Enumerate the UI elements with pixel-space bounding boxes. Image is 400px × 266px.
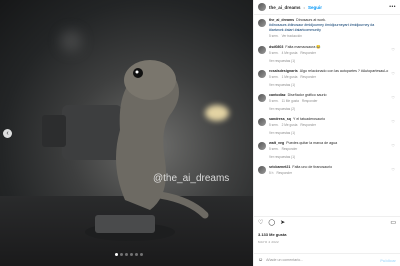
carousel-dot: [125, 253, 128, 256]
avatar[interactable]: [258, 19, 266, 27]
caption: the_ai_dreams Dinosaurs at work. #dinosau…: [258, 18, 396, 39]
view-replies-link[interactable]: Ver respuestas (2): [269, 107, 396, 111]
comment-item: rosalsdesignarts Algo relacionado con las…: [258, 69, 396, 80]
comments-list[interactable]: the_ai_dreams Dinosaurs at work. #dinosau…: [254, 16, 400, 214]
avatar[interactable]: [258, 70, 266, 78]
comment-time: 5 sem.: [269, 147, 279, 151]
comment-likes[interactable]: 1 Me gusta: [282, 75, 298, 80]
comment-input[interactable]: Añade un comentario...: [266, 258, 377, 262]
avatar[interactable]: [258, 46, 266, 54]
previous-arrow-icon[interactable]: ‹: [3, 129, 12, 138]
view-replies-link[interactable]: Ver respuestas (1): [269, 155, 396, 159]
comment-username[interactable]: sandress_sq: [269, 117, 291, 121]
comment-likes[interactable]: Responder: [282, 147, 298, 152]
emoji-icon[interactable]: ☺: [258, 257, 263, 263]
heart-icon[interactable]: ♡: [391, 47, 395, 52]
add-comment-bar: ☺ Añade un comentario... Publicar: [254, 253, 400, 266]
share-send-icon[interactable]: ➤: [280, 219, 285, 226]
instagram-post-modal: @the_ai_dreams ‹ the_ai_dreams • Seguir …: [0, 0, 400, 266]
comment-time: 5 sem.: [269, 75, 279, 79]
comment-item: sricbarnet21 Falta uno de tiranosaurio 5 …: [258, 165, 396, 176]
comment-item: cantodiaz Diseñador gráfico saurio 5 sem.…: [258, 93, 396, 104]
caption-hashtags[interactable]: #dinosaurs #dinosaur #midjourney #midjou…: [269, 23, 374, 32]
avatar[interactable]: [258, 94, 266, 102]
heart-icon[interactable]: ♡: [391, 95, 395, 100]
comment-text: Diseñador gráfico saurio: [287, 93, 327, 97]
carousel-dot: [135, 253, 138, 256]
post-sidebar: the_ai_dreams • Seguir ••• the_ai_dreams…: [253, 0, 400, 266]
follow-button[interactable]: Seguir: [308, 5, 322, 10]
heart-icon[interactable]: ♡: [391, 143, 395, 148]
post-image[interactable]: @the_ai_dreams ‹: [0, 0, 253, 266]
reply-button[interactable]: Responder: [300, 51, 316, 56]
comment-username[interactable]: dsd0803: [269, 45, 283, 49]
carousel-dot: [115, 253, 118, 256]
dinosaur-illustration: [42, 60, 209, 241]
more-options-icon[interactable]: •••: [389, 4, 396, 10]
comment-likes[interactable]: Responder: [276, 171, 292, 176]
carousel-dot: [120, 253, 123, 256]
carousel-dot: [140, 253, 143, 256]
comment-username[interactable]: sricbarnet21: [269, 165, 290, 169]
view-replies-link[interactable]: Ver respuestas (1): [269, 131, 396, 135]
comment-item: dsd0803 Falta mamaosaura 😂 5 sem. 4 Me gus…: [258, 45, 396, 56]
comment-text: Falta uno de tiranosaurio: [292, 165, 333, 169]
view-replies-link[interactable]: Ver respuestas (1): [269, 83, 396, 87]
heart-icon[interactable]: ♡: [391, 167, 395, 172]
comment-time: 5 sem.: [269, 123, 279, 127]
carousel-dot: [130, 253, 133, 256]
comment-item: sandress_sq Y el tatuaderosaurio 5 sem. 2 …: [258, 117, 396, 128]
heart-icon[interactable]: ♡: [391, 119, 395, 124]
heart-icon[interactable]: ♡: [391, 71, 395, 76]
comment-item: walt_veg Puedes quitar la marca de agua 5…: [258, 141, 396, 152]
comment-username[interactable]: cantodiaz: [269, 93, 286, 97]
post-header: the_ai_dreams • Seguir •••: [254, 0, 400, 15]
comment-time: 5 sem.: [269, 51, 279, 55]
caption-text: Dinosaurs at work.: [296, 18, 326, 22]
comment-username[interactable]: walt_veg: [269, 141, 284, 145]
translate-link[interactable]: Ver traducción: [282, 34, 302, 39]
avatar[interactable]: [258, 3, 266, 11]
reply-button[interactable]: Responder: [302, 99, 318, 104]
comment-likes[interactable]: 2 Me gusta: [282, 123, 298, 128]
reply-button[interactable]: Responder: [300, 123, 316, 128]
reply-button[interactable]: Responder: [300, 75, 316, 80]
separator-dot: •: [303, 4, 305, 10]
publish-button[interactable]: Publicar: [380, 258, 396, 263]
caption-username[interactable]: the_ai_dreams: [269, 18, 294, 22]
like-heart-icon[interactable]: ♡: [258, 219, 263, 226]
post-actions: ♡ ◯ ➤ ▭: [254, 216, 400, 228]
comment-username[interactable]: rosalsdesignarts: [269, 69, 298, 73]
comment-text: Falta mamaosaura 😂: [285, 45, 321, 49]
save-bookmark-icon[interactable]: ▭: [390, 219, 396, 226]
comment-time: 5 sem.: [269, 99, 279, 103]
caption-time: 5 sem.: [269, 34, 279, 38]
comment-text: Y el tatuaderosaurio: [292, 117, 326, 121]
comment-likes[interactable]: 11 Me gusta: [282, 99, 299, 104]
comment-text: Puedes quitar la marca de agua: [286, 141, 338, 145]
comment-likes[interactable]: 4 Me gusta: [282, 51, 298, 56]
comment-bubble-icon[interactable]: ◯: [268, 219, 275, 226]
avatar[interactable]: [258, 118, 266, 126]
comment-text: Algo relacionado con las autopartes ? #A…: [299, 69, 389, 73]
post-date: MAYO 2 2022: [258, 240, 279, 244]
comment-time: 5 h: [269, 171, 274, 175]
watermark-text: @the_ai_dreams: [153, 173, 230, 184]
carousel-dots: [115, 253, 143, 256]
likes-count[interactable]: 3.133 Me gusta: [258, 232, 286, 237]
username-link[interactable]: the_ai_dreams: [269, 5, 301, 10]
avatar[interactable]: [258, 166, 266, 174]
avatar[interactable]: [258, 142, 266, 150]
view-replies-link[interactable]: Ver respuestas (1): [269, 59, 396, 63]
